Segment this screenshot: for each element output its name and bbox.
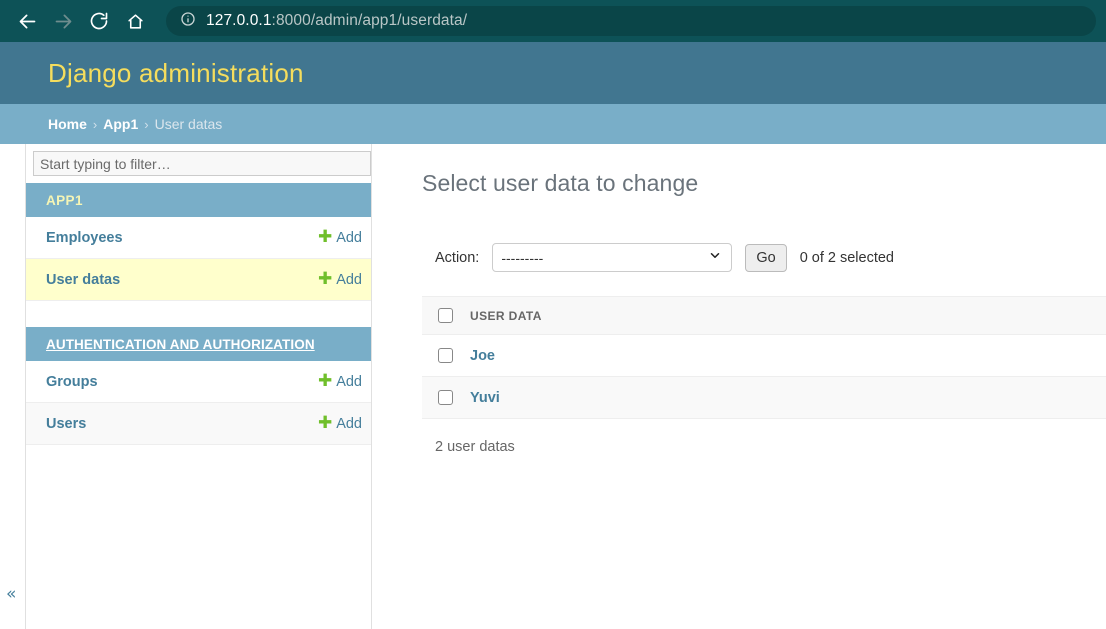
column-header-user-data[interactable]: USER DATA [464,296,1106,335]
add-groups-label: Add [336,373,362,390]
module-caption-app1: APP1 [26,183,371,217]
breadcrumb-current: User datas [154,116,223,132]
address-bar[interactable]: 127.0.0.1:8000/admin/app1/userdata/ [166,6,1096,36]
breadcrumb-separator-2: › [144,116,149,132]
url-host: 127.0.0.1 [206,12,272,29]
browser-toolbar: 127.0.0.1:8000/admin/app1/userdata/ [0,0,1106,42]
results-table-body: Joe Yuvi [422,334,1106,419]
selection-counter: 0 of 2 selected [799,249,895,266]
sidebar-item-user-datas[interactable]: User datas ✚ Add [26,259,371,301]
breadcrumb-app1[interactable]: App1 [103,116,138,132]
page-title: Select user data to change [422,170,699,196]
back-button[interactable] [10,4,44,38]
collapse-sidebar-toggle[interactable]: « [6,586,16,603]
result-count: 2 user datas [435,439,515,455]
action-select-wrapper: --------- [492,243,733,272]
go-button[interactable]: Go [745,243,787,272]
add-groups-link[interactable]: ✚ Add [318,373,362,390]
page-info-icon[interactable] [180,11,196,32]
module-caption-auth: AUTHENTICATION AND AUTHORIZATION [26,327,371,361]
plus-icon: ✚ [317,371,333,391]
reload-button[interactable] [82,4,116,38]
add-user-datas-label: Add [336,271,362,288]
action-select[interactable]: --------- [492,243,733,272]
content-area: Select user data to change Action: -----… [372,144,1106,629]
sidebar-item-groups[interactable]: Groups ✚ Add [26,361,371,403]
site-title[interactable]: Django administration [48,58,304,89]
row-cell-user-data: Yuvi [464,376,1106,419]
url-path: :8000/admin/app1/userdata/ [271,12,468,29]
select-all-header[interactable] [422,296,464,335]
row-select-cell[interactable] [422,334,464,377]
main-layout: « APP1 Employees ✚ Add User datas ✚ Add [0,144,1106,629]
breadcrumb-separator-1: › [92,116,98,132]
results-table: USER DATA Joe Yuvi [422,296,1106,419]
table-row[interactable]: Joe [422,334,1106,377]
row-select-cell[interactable] [422,376,464,419]
row-cell-user-data: Joe [464,334,1106,377]
url-text: 127.0.0.1:8000/admin/app1/userdata/ [206,12,467,30]
module-spacer [26,301,371,327]
select-all-checkbox[interactable] [438,308,453,324]
plus-icon: ✚ [317,269,333,289]
admin-sidebar: APP1 Employees ✚ Add User datas ✚ Add AU… [26,144,372,629]
arrow-left-icon [17,11,38,32]
add-employees-link[interactable]: ✚ Add [318,229,362,246]
breadcrumb: Home › App1 › User datas [0,104,1106,144]
sidebar-item-label-groups[interactable]: Groups [46,374,98,390]
arrow-right-icon [53,11,74,32]
add-users-label: Add [336,415,362,432]
module-caption-auth-link[interactable]: AUTHENTICATION AND AUTHORIZATION [46,337,315,352]
add-users-link[interactable]: ✚ Add [318,415,362,432]
app-module-auth: AUTHENTICATION AND AUTHORIZATION Groups … [26,327,371,445]
action-label: Action: [435,249,480,266]
breadcrumb-home[interactable]: Home [48,116,87,132]
row-checkbox[interactable] [438,347,453,363]
home-button[interactable] [118,4,152,38]
sidebar-filter-input[interactable] [33,151,371,176]
row-link-yuvi[interactable]: Yuvi [464,390,500,406]
sidebar-item-label-user-datas[interactable]: User datas [46,272,120,288]
table-header-row: USER DATA [422,296,1106,335]
table-row[interactable]: Yuvi [422,376,1106,419]
django-header: Django administration [0,42,1106,104]
results-table-head: USER DATA [422,296,1106,335]
forward-button[interactable] [46,4,80,38]
app-module-app1: APP1 Employees ✚ Add User datas ✚ Add [26,183,371,301]
sidebar-item-label-employees[interactable]: Employees [46,230,123,246]
sidebar-item-users[interactable]: Users ✚ Add [26,403,371,445]
home-icon [126,12,145,31]
add-employees-label: Add [336,229,362,246]
plus-icon: ✚ [317,413,333,433]
actions-toolbar: Action: --------- Go 0 of 2 selected [422,243,1106,272]
plus-icon: ✚ [317,227,333,247]
add-user-datas-link[interactable]: ✚ Add [318,271,362,288]
sidebar-item-label-users[interactable]: Users [46,416,86,432]
column-header-label: USER DATA [470,308,542,323]
row-checkbox[interactable] [438,389,453,405]
row-link-joe[interactable]: Joe [464,348,495,364]
reload-icon [89,11,109,31]
sidebar-collapse-strip: « [0,144,26,629]
sidebar-item-employees[interactable]: Employees ✚ Add [26,217,371,259]
